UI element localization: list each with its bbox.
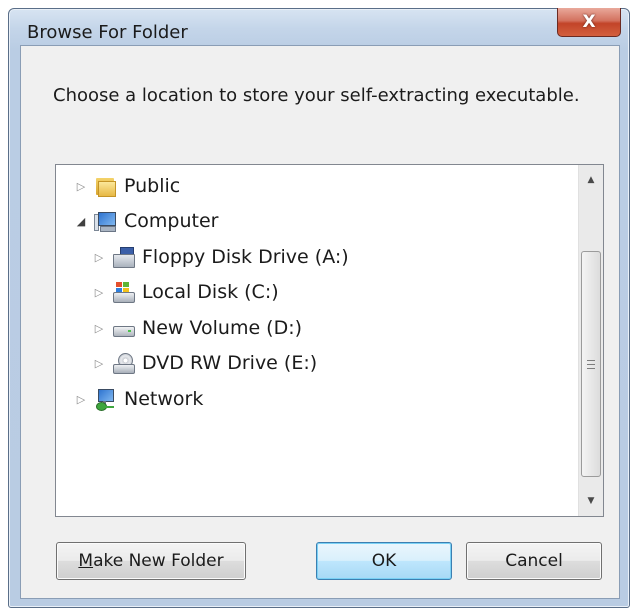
tree-item-public[interactable]: ▷ Public: [74, 171, 180, 201]
grip-icon: [587, 359, 595, 369]
make-new-folder-button[interactable]: Make New Folder: [56, 542, 246, 580]
tree-item-label: Floppy Disk Drive (A:): [142, 246, 349, 268]
cancel-button[interactable]: Cancel: [466, 542, 602, 580]
tree-item-label: Public: [124, 175, 181, 197]
ok-button[interactable]: OK: [316, 542, 452, 580]
vertical-scrollbar[interactable]: ▲ ▼: [578, 165, 603, 516]
scroll-down-icon[interactable]: ▼: [579, 486, 603, 516]
expand-arrow-icon[interactable]: ▷: [74, 393, 88, 406]
scroll-up-icon[interactable]: ▲: [579, 165, 603, 195]
close-button[interactable]: X: [557, 8, 621, 37]
floppy-drive-icon: [112, 246, 135, 268]
expand-arrow-icon[interactable]: ▷: [92, 322, 106, 335]
close-icon: X: [582, 12, 596, 32]
scrollbar-thumb[interactable]: [581, 251, 601, 477]
computer-icon: [94, 210, 116, 232]
folder-icon: [94, 175, 116, 197]
tree-item-label: DVD RW Drive (E:): [142, 352, 318, 374]
local-disk-icon: [112, 281, 135, 303]
tree-item-label: New Volume (D:): [142, 317, 303, 339]
tree-item-computer[interactable]: ◢ Computer: [74, 206, 218, 236]
collapse-arrow-icon[interactable]: ◢: [74, 215, 88, 228]
expand-arrow-icon[interactable]: ▷: [74, 180, 88, 193]
button-label: ake New Folder: [93, 551, 224, 571]
dvd-drive-icon: [112, 352, 135, 374]
expand-arrow-icon[interactable]: ▷: [92, 286, 106, 299]
instruction-text: Choose a location to store your self-ext…: [53, 85, 580, 106]
tree-item-dvd-rw-drive[interactable]: ▷ DVD RW Drive (E:): [92, 348, 317, 378]
tree-item-network[interactable]: ▷ Network: [74, 384, 203, 414]
window-title: Browse For Folder: [27, 22, 188, 43]
button-label: Cancel: [505, 551, 563, 571]
drive-icon: [112, 317, 135, 339]
tree-item-label: Network: [124, 388, 204, 410]
network-icon: [94, 388, 116, 411]
expand-arrow-icon[interactable]: ▷: [92, 357, 106, 370]
mnemonic-letter: M: [78, 551, 94, 571]
tree-item-floppy-disk-drive[interactable]: ▷ Floppy Disk Drive (A:): [92, 242, 349, 272]
expand-arrow-icon[interactable]: ▷: [92, 251, 106, 264]
tree-item-local-disk[interactable]: ▷ Local Disk (C:): [92, 277, 279, 307]
tree-item-label: Local Disk (C:): [142, 281, 279, 303]
button-label: OK: [371, 551, 397, 571]
folder-tree[interactable]: ▷ Public ◢ Computer ▷ Floppy Disk Drive …: [55, 164, 604, 517]
tree-item-label: Computer: [124, 210, 219, 232]
tree-item-new-volume[interactable]: ▷ New Volume (D:): [92, 313, 302, 343]
